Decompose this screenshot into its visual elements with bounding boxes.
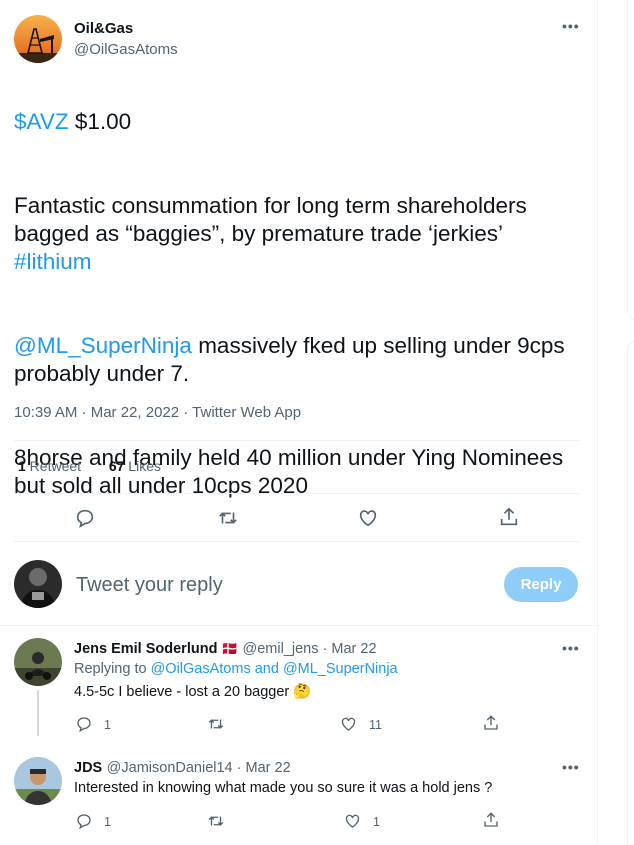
divider — [0, 625, 597, 626]
reply-icon[interactable] — [75, 812, 93, 835]
like-icon[interactable] — [357, 507, 379, 534]
cashtag-link[interactable]: $AVZ — [14, 109, 69, 134]
reply-count: 1 — [104, 718, 111, 732]
reply-count: 1 — [104, 815, 111, 829]
reply-header: Jens Emil Soderlund 🇩🇰 @emil_jens · Mar … — [74, 640, 377, 658]
author-avatar[interactable] — [14, 15, 62, 63]
more-icon[interactable]: ••• — [562, 18, 580, 34]
like-count: 1 — [373, 815, 380, 829]
engagement-stats: 1 Retweet 67 Likes — [18, 458, 161, 474]
reply-avatar[interactable] — [14, 757, 62, 805]
replying-to: Replying to @OilGasAtoms and @ML_SuperNi… — [74, 661, 398, 677]
reply-text: Interested in knowing what made you so s… — [74, 780, 493, 796]
share-icon[interactable] — [498, 506, 520, 533]
retweets-stat[interactable]: 1 Retweet — [18, 458, 81, 474]
divider — [14, 440, 581, 441]
retweet-icon[interactable] — [206, 715, 226, 738]
reply-author-name[interactable]: Jens Emil Soderlund — [74, 641, 217, 657]
likes-stat[interactable]: 67 Likes — [109, 458, 161, 474]
reply-icon[interactable] — [74, 507, 96, 534]
price-text: $1.00 — [68, 109, 132, 134]
thread-line — [37, 690, 39, 736]
thinking-emoji-icon: 🤔 — [293, 684, 312, 700]
hashtag-link[interactable]: #lithium — [14, 249, 92, 274]
author-handle[interactable]: @OilGasAtoms — [74, 41, 178, 58]
flag-icon: 🇩🇰 — [221, 641, 239, 656]
reply-author-name[interactable]: JDS — [74, 760, 102, 776]
like-label: Likes — [124, 458, 161, 474]
reply-author-handle[interactable]: @JamisonDaniel14 — [107, 760, 233, 776]
sidebar-edge-lower — [627, 340, 634, 845]
retweet-icon[interactable] — [206, 812, 226, 835]
replying-to-label: Replying to — [74, 661, 151, 677]
reply-header: JDS @JamisonDaniel14 · Mar 22 — [74, 759, 291, 777]
replying-to-mentions[interactable]: @OilGasAtoms and @ML_SuperNinja — [151, 661, 398, 677]
reply-button[interactable]: Reply — [504, 567, 578, 602]
reply-separator: · — [318, 641, 332, 657]
share-icon[interactable] — [482, 714, 500, 737]
reply-separator: · — [232, 760, 246, 776]
reply-text: 4.5-5c I believe - lost a 20 bagger 🤔 — [74, 683, 311, 700]
divider — [14, 541, 581, 542]
like-count: 67 — [108, 458, 125, 474]
like-icon[interactable] — [339, 715, 358, 738]
mention-link[interactable]: @ML_SuperNinja — [14, 333, 192, 358]
more-icon[interactable]: ••• — [562, 759, 580, 775]
like-count: 11 — [369, 718, 382, 732]
tweet-timestamp[interactable]: 10:39 AM · Mar 22, 2022 — [14, 404, 179, 421]
retweet-icon[interactable] — [216, 507, 240, 534]
divider — [14, 493, 581, 494]
paragraph-1: Fantastic consummation for long term sha… — [14, 193, 527, 246]
reply-input[interactable]: Tweet your reply — [76, 574, 223, 597]
reply-date[interactable]: Mar 22 — [331, 641, 376, 657]
reply-date[interactable]: Mar 22 — [246, 760, 291, 776]
tweet-source[interactable]: Twitter Web App — [192, 404, 301, 421]
reply-author-handle[interactable]: @emil_jens — [243, 641, 319, 657]
retweet-label: Retweet — [25, 458, 82, 474]
reply-avatar[interactable] — [14, 638, 62, 686]
reply-body: 4.5-5c I believe - lost a 20 bagger — [74, 684, 294, 700]
retweet-count: 1 — [18, 458, 26, 474]
share-icon[interactable] — [482, 811, 500, 834]
more-icon[interactable]: ••• — [562, 640, 580, 656]
user-avatar — [14, 560, 62, 608]
reply-icon[interactable] — [75, 715, 93, 738]
like-icon[interactable] — [343, 812, 362, 835]
author-name[interactable]: Oil&Gas — [74, 20, 133, 37]
tweet-meta: 10:39 AM · Mar 22, 2022 · Twitter Web Ap… — [14, 404, 301, 421]
meta-separator: · — [179, 404, 193, 421]
sidebar-edge — [627, 0, 634, 321]
